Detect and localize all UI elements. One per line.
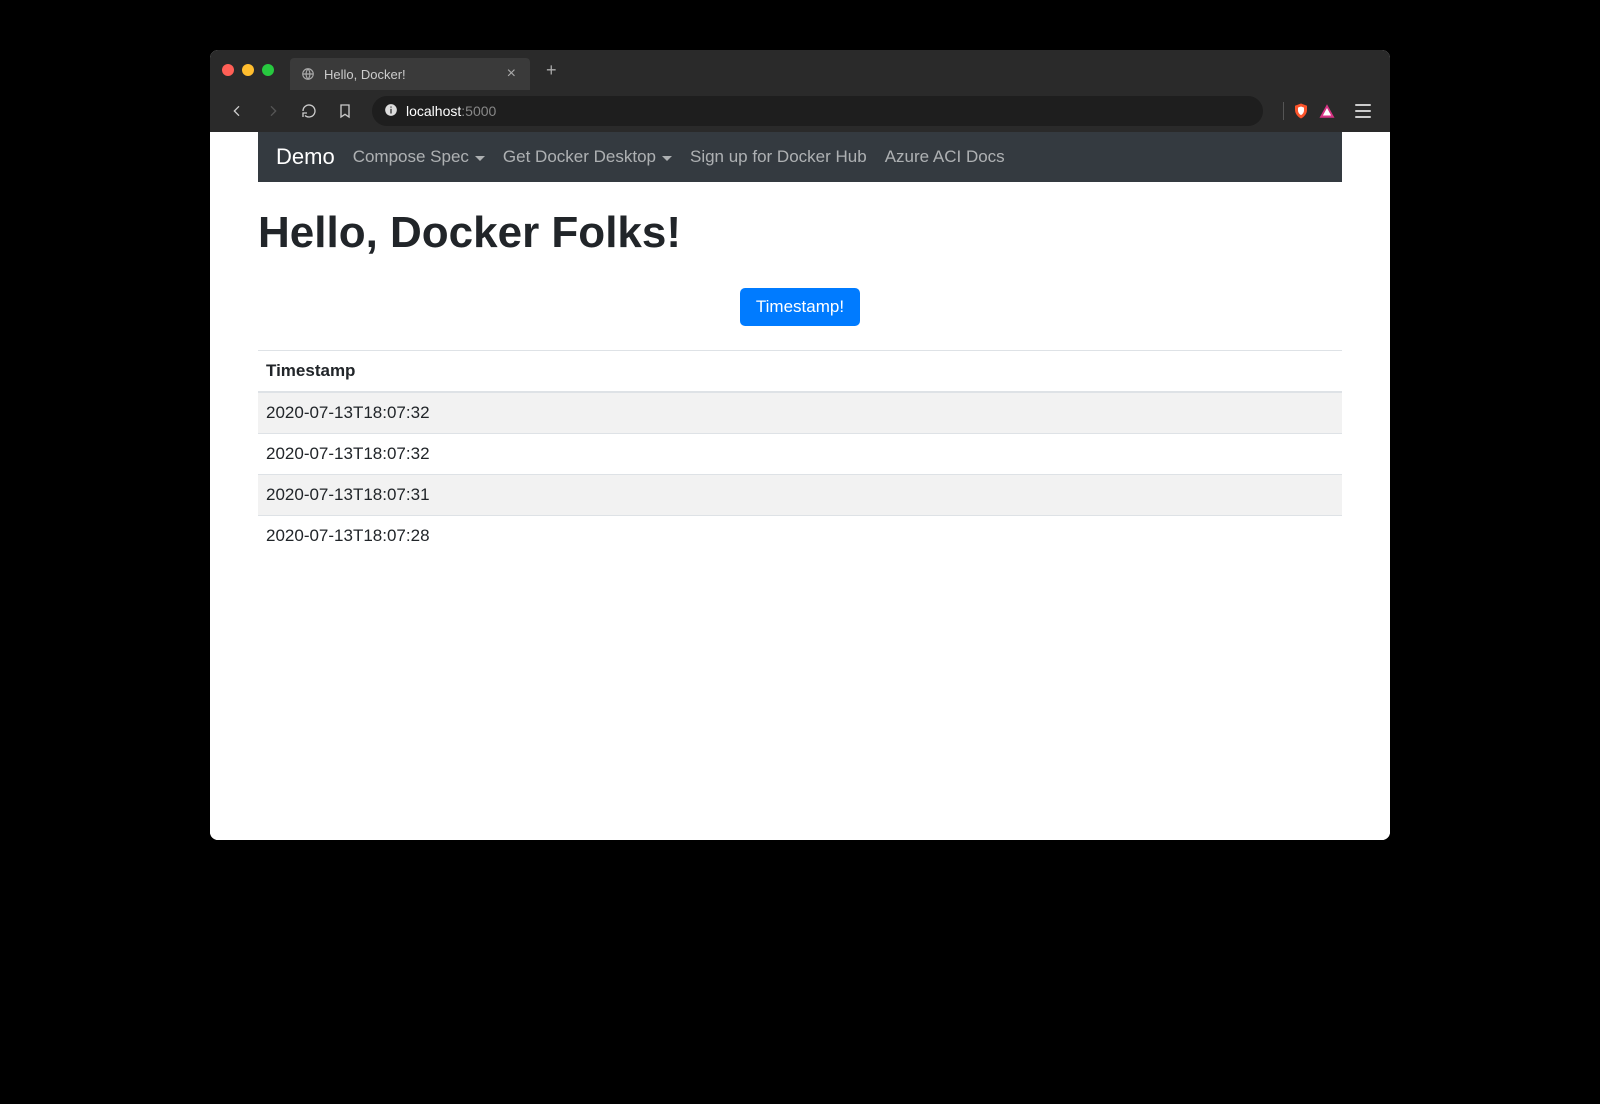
window-close-button[interactable] xyxy=(222,64,234,76)
toolbar-right xyxy=(1283,102,1336,120)
nav-link-azure-aci-docs[interactable]: Azure ACI Docs xyxy=(885,147,1005,167)
page-title: Hello, Docker Folks! xyxy=(258,208,1342,258)
window-maximize-button[interactable] xyxy=(262,64,274,76)
timestamp-cell: 2020-07-13T18:07:32 xyxy=(258,434,1342,475)
bookmark-button[interactable] xyxy=(330,96,360,126)
globe-icon xyxy=(300,66,316,82)
toolbar: localhost:5000 xyxy=(210,90,1390,132)
page-container: Hello, Docker Folks! Timestamp! Timestam… xyxy=(210,182,1390,582)
nav-links: Compose Spec Get Docker Desktop Sign up … xyxy=(353,147,1005,167)
url-text: localhost:5000 xyxy=(406,103,496,119)
button-row: Timestamp! xyxy=(258,288,1342,326)
traffic-lights xyxy=(222,64,274,76)
menu-button[interactable] xyxy=(1348,96,1378,126)
timestamp-cell: 2020-07-13T18:07:28 xyxy=(258,516,1342,557)
brave-shield-icon[interactable] xyxy=(1292,102,1310,120)
window-minimize-button[interactable] xyxy=(242,64,254,76)
navbar-brand[interactable]: Demo xyxy=(276,144,335,170)
address-bar[interactable]: localhost:5000 xyxy=(372,96,1263,126)
table-row: 2020-07-13T18:07:32 xyxy=(258,434,1342,475)
chevron-down-icon xyxy=(662,156,672,161)
table-row: 2020-07-13T18:07:31 xyxy=(258,475,1342,516)
tab-close-button[interactable]: × xyxy=(503,65,520,83)
timestamp-cell: 2020-07-13T18:07:31 xyxy=(258,475,1342,516)
url-host: localhost xyxy=(406,103,461,119)
nav-forward-button[interactable] xyxy=(258,96,288,126)
nav-link-label: Compose Spec xyxy=(353,147,469,167)
browser-tab[interactable]: Hello, Docker! × xyxy=(290,58,530,90)
new-tab-button[interactable]: + xyxy=(538,50,565,90)
table-row: 2020-07-13T18:07:28 xyxy=(258,516,1342,557)
timestamp-table: Timestamp 2020-07-13T18:07:32 2020-07-13… xyxy=(258,350,1342,556)
url-port: :5000 xyxy=(461,103,496,119)
site-info-icon[interactable] xyxy=(384,103,398,120)
page-viewport: Demo Compose Spec Get Docker Desktop Sig… xyxy=(210,132,1390,840)
nav-link-label: Azure ACI Docs xyxy=(885,147,1005,167)
nav-link-label: Sign up for Docker Hub xyxy=(690,147,867,167)
tab-title: Hello, Docker! xyxy=(324,67,495,82)
nav-link-compose-spec[interactable]: Compose Spec xyxy=(353,147,485,167)
titlebar: Hello, Docker! × + xyxy=(210,50,1390,90)
table-row: 2020-07-13T18:07:32 xyxy=(258,392,1342,434)
extension-icon[interactable] xyxy=(1318,102,1336,120)
table-header-timestamp: Timestamp xyxy=(258,351,1342,393)
nav-back-button[interactable] xyxy=(222,96,252,126)
separator xyxy=(1283,102,1284,120)
timestamp-cell: 2020-07-13T18:07:32 xyxy=(258,392,1342,434)
nav-link-signup-docker-hub[interactable]: Sign up for Docker Hub xyxy=(690,147,867,167)
nav-link-label: Get Docker Desktop xyxy=(503,147,656,167)
reload-button[interactable] xyxy=(294,96,324,126)
chevron-down-icon xyxy=(475,156,485,161)
nav-link-get-docker-desktop[interactable]: Get Docker Desktop xyxy=(503,147,672,167)
timestamp-button[interactable]: Timestamp! xyxy=(740,288,860,326)
app-navbar: Demo Compose Spec Get Docker Desktop Sig… xyxy=(258,132,1342,182)
browser-window: Hello, Docker! × + localhost:5000 xyxy=(210,50,1390,840)
